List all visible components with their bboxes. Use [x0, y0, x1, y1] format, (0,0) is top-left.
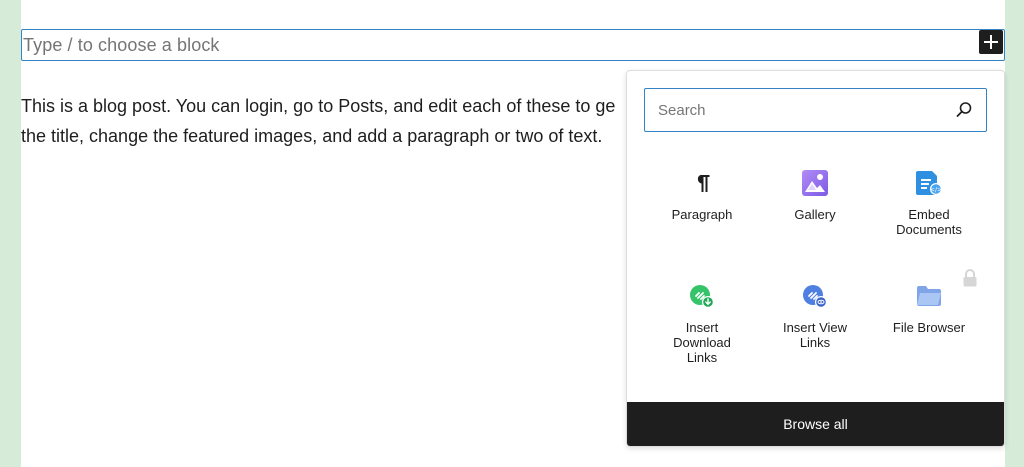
block-appender-placeholder: Type / to choose a block [23, 34, 220, 55]
post-paragraph[interactable]: This is a blog post. You can login, go t… [21, 91, 627, 151]
svg-text:</>: </> [930, 187, 942, 194]
block-item-insert-download-links[interactable]: Insert Download Links [645, 282, 759, 365]
block-inserter-popover: Search Paragraph Gallery </> Embed Docum… [626, 70, 1005, 447]
folder-icon [915, 282, 943, 310]
add-block-button[interactable] [979, 30, 1003, 54]
search-placeholder: Search [658, 102, 706, 119]
block-item-label: File Browser [892, 320, 966, 335]
block-item-label: Paragraph [671, 207, 733, 222]
block-appender-input[interactable]: Type / to choose a block [21, 29, 1005, 61]
block-search-input[interactable]: Search [644, 88, 987, 132]
block-item-gallery[interactable]: Gallery [758, 169, 872, 222]
embed-documents-icon: </> [915, 169, 943, 197]
paragraph-line-1: This is a blog post. You can login, go t… [21, 96, 616, 116]
view-link-icon [801, 282, 829, 310]
download-link-icon [688, 282, 716, 310]
pilcrow-icon [688, 169, 716, 197]
paragraph-line-2: the title, change the featured images, a… [21, 126, 603, 146]
browse-all-button[interactable]: Browse all [627, 402, 1004, 446]
lock-icon [963, 269, 977, 287]
block-item-embed-documents[interactable]: </> Embed Documents [872, 169, 986, 237]
block-item-label: Gallery [794, 207, 836, 222]
block-item-paragraph[interactable]: Paragraph [645, 169, 759, 222]
block-item-insert-view-links[interactable]: Insert View Links [758, 282, 872, 350]
gallery-icon [801, 169, 829, 197]
block-item-label: Embed Documents [896, 207, 962, 237]
block-item-label: Insert Download Links [673, 320, 731, 365]
block-item-label: Insert View Links [782, 320, 848, 350]
plus-icon [984, 35, 998, 49]
search-icon [956, 102, 972, 117]
block-item-file-browser[interactable]: File Browser [872, 282, 986, 335]
